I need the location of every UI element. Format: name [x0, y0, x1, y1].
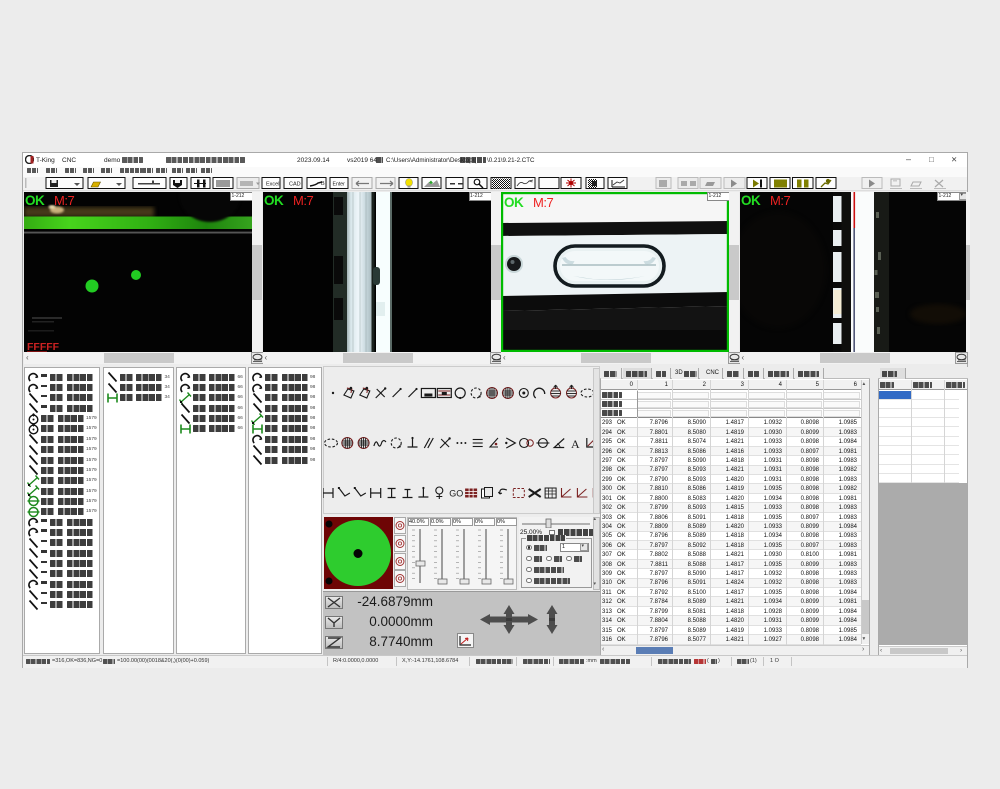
svg-text:GO: GO: [449, 489, 463, 499]
svg-text:FFFFF: FFFFF: [27, 341, 60, 352]
svg-text:Excel: Excel: [266, 182, 279, 188]
svg-text:B: B: [321, 181, 325, 187]
svg-text:CAD: CAD: [289, 182, 301, 188]
svg-text:A: A: [571, 437, 580, 451]
svg-text:Enter: Enter: [333, 182, 346, 188]
